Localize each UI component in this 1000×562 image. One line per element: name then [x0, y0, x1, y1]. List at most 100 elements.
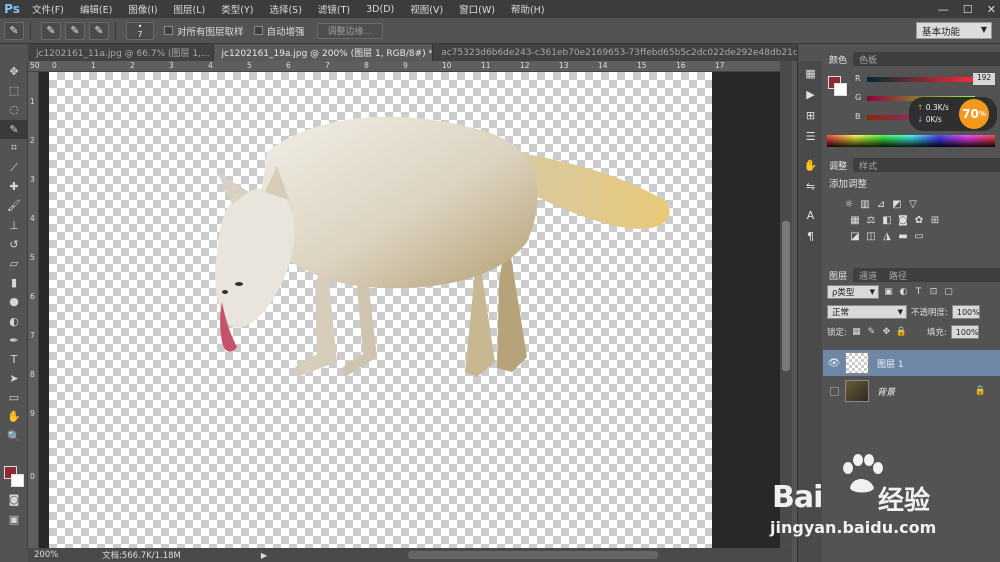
- subtract-from-selection-icon[interactable]: ✎: [89, 21, 109, 40]
- levels-icon[interactable]: ▥: [859, 198, 871, 210]
- paragraph-panel-icon[interactable]: ¶: [798, 226, 823, 247]
- lock-transparent-icon[interactable]: ▦: [851, 327, 862, 338]
- eraser-tool-icon[interactable]: ▱: [0, 254, 28, 273]
- layer-row-layer1[interactable]: 👁 图层 1: [823, 350, 1000, 376]
- close-button[interactable]: ✕: [987, 3, 996, 16]
- layer-name[interactable]: 背景: [877, 385, 895, 398]
- history-brush-tool-icon[interactable]: ↺: [0, 235, 28, 254]
- rectangle-tool-icon[interactable]: ▭: [0, 388, 28, 407]
- gradient-tool-icon[interactable]: ▮: [0, 273, 28, 292]
- tab-document-1[interactable]: jc1202161_11a.jpg @ 66.7% (图层 1,... ×: [28, 44, 214, 61]
- background-color-swatch[interactable]: [834, 83, 847, 96]
- zoom-tool-icon[interactable]: 🔍: [0, 427, 28, 446]
- layer-name[interactable]: 图层 1: [877, 357, 904, 370]
- lasso-tool-icon[interactable]: ◌: [0, 100, 28, 119]
- path-selection-tool-icon[interactable]: ➤: [0, 369, 28, 388]
- brush-tool-icon[interactable]: 🖌: [0, 196, 28, 215]
- fill-input[interactable]: 100%: [950, 325, 979, 339]
- brush-panel-icon[interactable]: ✋: [798, 155, 823, 176]
- threshold-icon[interactable]: ◮: [881, 230, 893, 242]
- dodge-tool-icon[interactable]: ◐: [0, 311, 28, 330]
- filter-adjustment-icon[interactable]: ◐: [898, 287, 909, 298]
- posterize-icon[interactable]: ◫: [865, 230, 877, 242]
- tab-adjustments[interactable]: 调整: [823, 158, 854, 172]
- marquee-tool-icon[interactable]: ⬚: [0, 81, 28, 100]
- tab-styles[interactable]: 样式: [853, 158, 883, 172]
- tab-channels[interactable]: 通道: [853, 268, 883, 282]
- eyedropper-tool-icon[interactable]: ⟋: [0, 158, 28, 177]
- scroll-thumb[interactable]: [782, 221, 790, 371]
- color-balance-icon[interactable]: ⚖: [865, 214, 877, 226]
- menu-file[interactable]: 文件(F): [24, 2, 72, 16]
- brush-presets-icon[interactable]: ⇋: [798, 176, 823, 197]
- exposure-icon[interactable]: ◩: [891, 198, 903, 210]
- quick-selection-tool-icon[interactable]: ✎: [0, 119, 28, 139]
- layer-filter-select[interactable]: ρ类型 ▼: [827, 285, 879, 299]
- menu-3d[interactable]: 3D(D): [358, 4, 402, 15]
- type-tool-icon[interactable]: T: [0, 350, 28, 369]
- filter-pixel-icon[interactable]: ▣: [883, 287, 894, 298]
- document-canvas[interactable]: [49, 72, 712, 548]
- eye-icon[interactable]: 👁: [823, 358, 845, 369]
- color-swatches[interactable]: [4, 466, 24, 488]
- background-color-swatch[interactable]: [11, 474, 24, 487]
- hue-saturation-icon[interactable]: ▦: [849, 214, 861, 226]
- horizontal-scrollbar[interactable]: [408, 551, 658, 559]
- visibility-toggle[interactable]: [823, 386, 845, 396]
- screen-mode-icon[interactable]: ▣: [0, 510, 28, 529]
- menu-edit[interactable]: 编辑(E): [72, 2, 120, 16]
- lock-pixels-icon[interactable]: ✎: [866, 327, 877, 338]
- properties-panel-icon[interactable]: ☰: [798, 126, 823, 147]
- menu-view[interactable]: 视图(V): [402, 2, 451, 16]
- info-panel-icon[interactable]: ⊞: [798, 105, 823, 126]
- lock-all-icon[interactable]: 🔒: [896, 327, 907, 338]
- menu-help[interactable]: 帮助(H): [503, 2, 553, 16]
- quick-mask-icon[interactable]: ◙: [0, 490, 28, 509]
- menu-filter[interactable]: 滤镜(T): [310, 2, 358, 16]
- new-selection-icon[interactable]: ✎: [41, 21, 61, 40]
- sample-all-layers-checkbox[interactable]: 对所有图层取样: [164, 24, 244, 38]
- channel-mixer-icon[interactable]: ✿: [913, 214, 925, 226]
- move-tool-icon[interactable]: ✥: [0, 62, 28, 81]
- workspace-select[interactable]: 基本功能 ▼: [916, 22, 992, 39]
- menu-window[interactable]: 窗口(W): [451, 2, 503, 16]
- tab-layers[interactable]: 图层: [823, 268, 854, 282]
- color-lookup-icon[interactable]: ⊞: [929, 214, 941, 226]
- brush-size-picker[interactable]: • 7: [126, 21, 154, 40]
- selective-color-icon[interactable]: ▭: [913, 230, 925, 242]
- menu-select[interactable]: 选择(S): [261, 2, 309, 16]
- quick-selection-tool-preset-icon[interactable]: ✎: [4, 21, 24, 40]
- crop-tool-icon[interactable]: ⌗: [0, 139, 28, 158]
- character-panel-icon[interactable]: A: [798, 205, 823, 226]
- blend-mode-select[interactable]: 正常 ▼: [827, 305, 907, 319]
- photo-filter-icon[interactable]: ◙: [897, 214, 909, 226]
- invert-icon[interactable]: ◪: [849, 230, 861, 242]
- black-white-icon[interactable]: ◧: [881, 214, 893, 226]
- curves-icon[interactable]: ⊿: [875, 198, 887, 210]
- gradient-map-icon[interactable]: ▬: [897, 230, 909, 242]
- filter-type-icon[interactable]: T: [913, 287, 924, 298]
- menu-layer[interactable]: 图层(L): [166, 2, 214, 16]
- refine-edge-button[interactable]: 调整边缘...: [316, 22, 384, 39]
- hand-tool-icon[interactable]: ✋: [0, 407, 28, 426]
- maximize-button[interactable]: ☐: [963, 3, 973, 16]
- actions-panel-icon[interactable]: ▶: [798, 84, 823, 105]
- slider-track[interactable]: [867, 77, 975, 82]
- vibrance-icon[interactable]: ▽: [907, 198, 919, 210]
- color-spectrum[interactable]: [827, 135, 995, 147]
- minimize-button[interactable]: —: [938, 3, 949, 16]
- pen-tool-icon[interactable]: ✒: [0, 331, 28, 350]
- filter-smart-object-icon[interactable]: ▢: [943, 287, 954, 298]
- brightness-contrast-icon[interactable]: ☼: [843, 198, 855, 210]
- canvas-area[interactable]: [39, 72, 780, 548]
- add-to-selection-icon[interactable]: ✎: [65, 21, 85, 40]
- tab-paths[interactable]: 路径: [883, 268, 913, 282]
- red-slider[interactable]: R 192: [855, 73, 995, 86]
- status-menu-arrow[interactable]: ▶: [261, 551, 267, 560]
- healing-brush-tool-icon[interactable]: ✚: [0, 177, 28, 196]
- layer-row-background[interactable]: 背景 🔒: [823, 378, 1000, 404]
- red-value[interactable]: 192: [973, 73, 995, 85]
- clone-stamp-tool-icon[interactable]: ⊥: [0, 216, 28, 235]
- tab-swatches[interactable]: 色板: [853, 52, 883, 66]
- lock-position-icon[interactable]: ✥: [881, 327, 892, 338]
